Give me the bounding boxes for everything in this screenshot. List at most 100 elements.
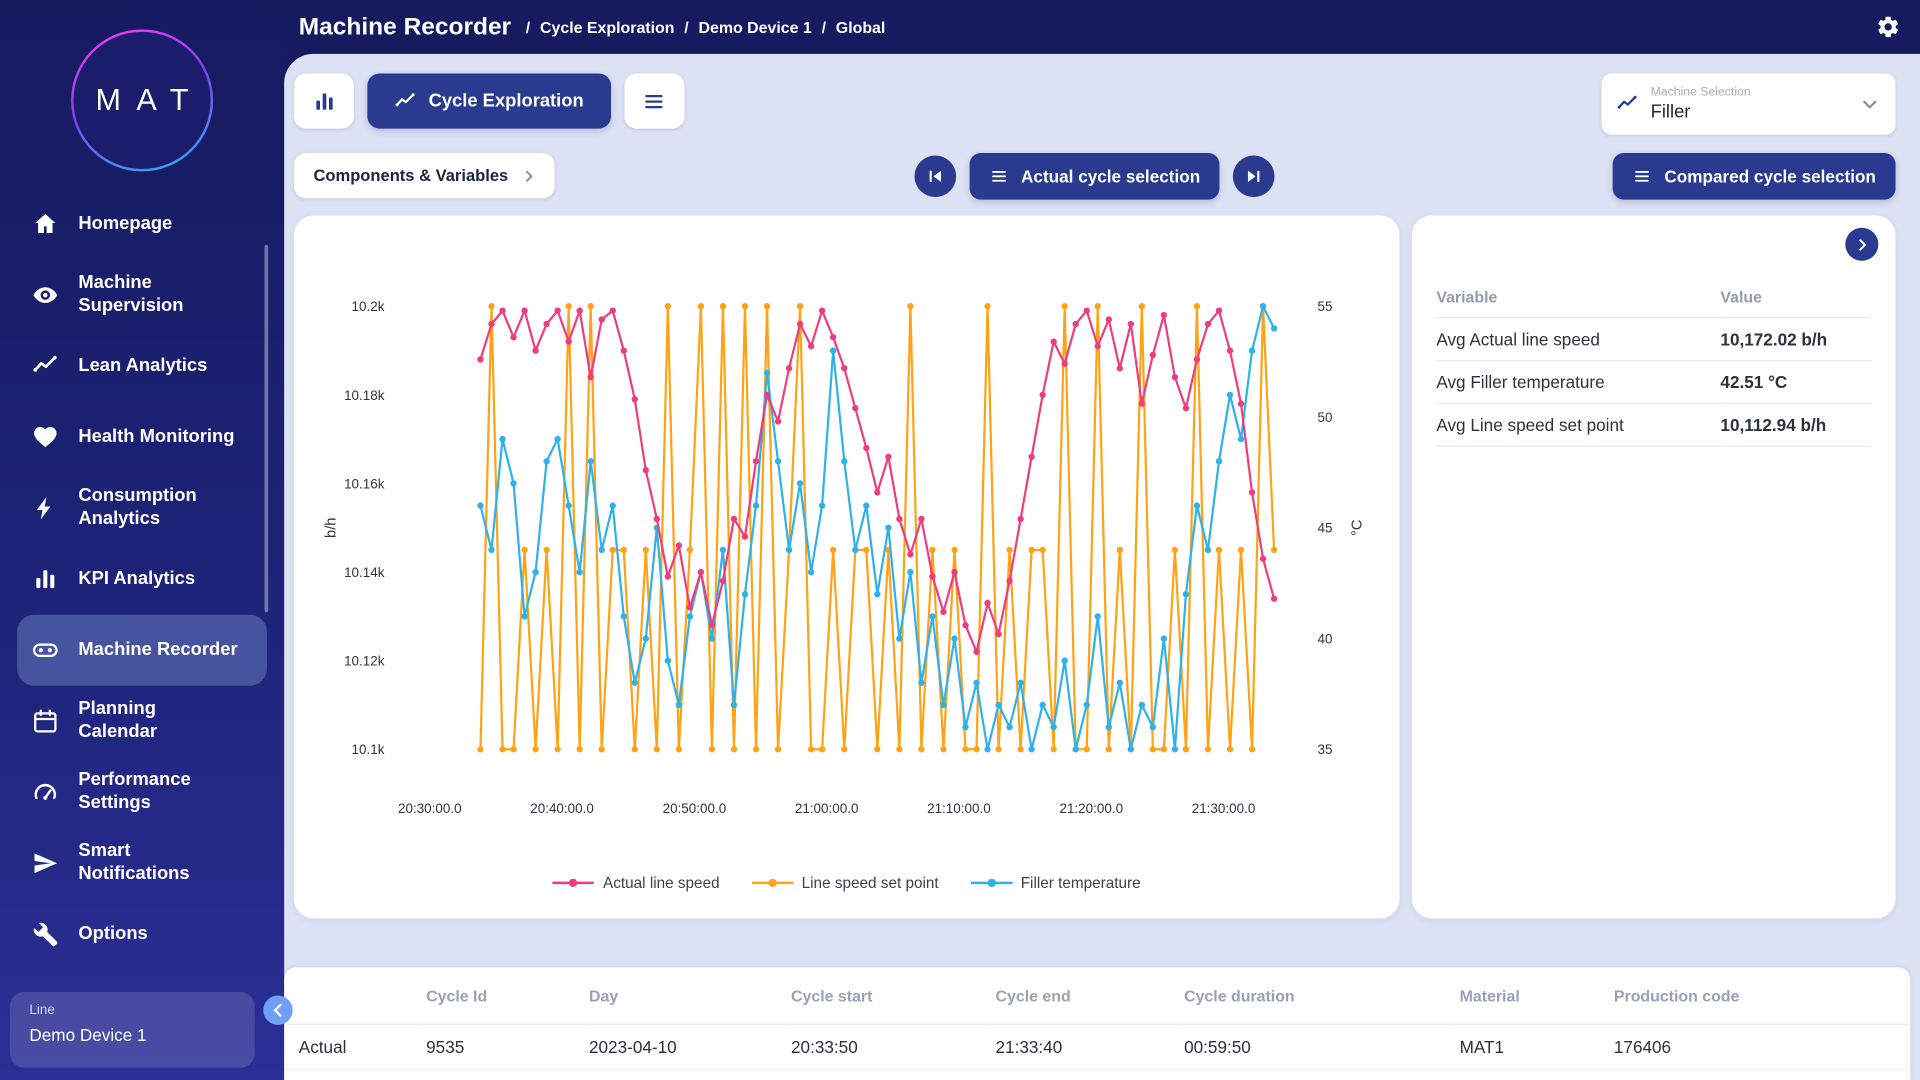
legend-swatch	[970, 877, 1013, 889]
sidebar-item-kpi-analytics[interactable]: KPI Analytics	[17, 544, 267, 615]
breadcrumb-separator: /	[821, 17, 827, 37]
breadcrumb-item[interactable]: Demo Device 1	[699, 18, 812, 36]
trend-icon	[394, 90, 416, 112]
device-card-name: Demo Device 1	[29, 1024, 147, 1045]
cycle-cell: 176406	[1608, 1024, 1911, 1071]
svg-text:35: 35	[1318, 742, 1333, 757]
cycle-cell: 2023-04-10	[584, 1024, 787, 1071]
trend-icon	[1616, 93, 1638, 115]
variables-table: Variable Value Avg Actual line speed 10,1…	[1436, 276, 1872, 447]
sidebar-item-label: Health Monitoring	[78, 425, 235, 447]
legend-label: Line speed set point	[801, 874, 939, 892]
next-cycle-button[interactable]	[1233, 154, 1275, 197]
menu-view-button[interactable]	[624, 73, 685, 129]
sidebar-item-label: KPI Analytics	[78, 567, 196, 589]
sidebar-item-label: Machine Recorder	[78, 638, 238, 660]
cycle-col-header: Cycle start	[786, 967, 991, 1025]
variable-name: Avg Filler temperature	[1436, 360, 1721, 405]
legend-item-line-speed-set-point[interactable]: Line speed set point	[751, 874, 939, 892]
logo-text: MAT	[95, 82, 204, 117]
bar-chart-view-button[interactable]	[293, 73, 354, 129]
sidebar-item-options[interactable]: Options	[17, 899, 267, 970]
sidebar-item-machine-supervision[interactable]: Machine Supervision	[17, 260, 267, 331]
sidebar-nav: Homepage Machine Supervision Lean Analytic…	[0, 189, 284, 970]
machine-selection-dropdown[interactable]: Machine Selection Filler	[1601, 73, 1896, 135]
cycle-exploration-tab[interactable]: Cycle Exploration	[367, 73, 611, 129]
svg-text:21:10:00.0: 21:10:00.0	[927, 801, 991, 816]
legend-swatch	[552, 877, 595, 889]
sidebar-item-label: Consumption Analytics	[78, 485, 197, 529]
cycle-cell: 00:59:50	[1179, 1024, 1455, 1071]
sidebar-item-label: Planning Calendar	[78, 698, 157, 743]
gauge-icon	[32, 779, 59, 806]
svg-text:21:20:00.0: 21:20:00.0	[1059, 801, 1123, 816]
sidebar-item-lean-analytics[interactable]: Lean Analytics	[17, 331, 267, 402]
hamburger-icon	[1633, 166, 1653, 186]
svg-text:21:30:00.0: 21:30:00.0	[1192, 801, 1256, 816]
svg-text:21:00:00.0: 21:00:00.0	[795, 801, 859, 816]
settings-button[interactable]	[1876, 15, 1900, 39]
sidebar-item-health-monitoring[interactable]: Health Monitoring	[17, 402, 267, 473]
hamburger-icon	[989, 166, 1009, 186]
breadcrumb-item[interactable]: Cycle Exploration	[540, 18, 674, 36]
cycle-col-header	[284, 967, 422, 1025]
breadcrumb-item[interactable]: Global	[836, 18, 886, 36]
variable-row: Avg Line speed set point 10,112.94 b/h	[1436, 403, 1872, 447]
variables-col-header: Variable	[1436, 276, 1721, 319]
sidebar-item-homepage[interactable]: Homepage	[17, 189, 267, 260]
topbar: Machine Recorder / Cycle Exploration / Demo…	[284, 0, 1920, 54]
variable-value: 10,172.02 b/h	[1720, 317, 1872, 362]
sidebar-item-planning-calendar[interactable]: Planning Calendar	[17, 686, 267, 757]
svg-text:45: 45	[1318, 521, 1333, 536]
cycle-exploration-label: Cycle Exploration	[428, 90, 584, 112]
svg-text:20:40:00.0: 20:40:00.0	[530, 801, 594, 816]
device-card[interactable]: Line Demo Device 1	[9, 991, 255, 1068]
sidebar-item-consumption-analytics[interactable]: Consumption Analytics	[17, 473, 267, 544]
sidebar-item-label: Performance Settings	[78, 769, 191, 814]
chevron-right-icon	[520, 167, 537, 184]
components-variables-button[interactable]: Components & Variables	[293, 153, 555, 199]
sidebar-collapse-button[interactable]	[263, 995, 293, 1025]
legend-item-actual-line-speed[interactable]: Actual line speed	[552, 874, 720, 891]
sidebar-item-label: Machine Supervision	[78, 272, 184, 316]
page-title: Machine Recorder	[298, 12, 512, 40]
collapse-panel-button[interactable]	[1845, 227, 1879, 261]
previous-cycle-button[interactable]	[914, 154, 957, 197]
calendar-icon	[32, 708, 59, 735]
logo-ring: MAT	[71, 29, 214, 172]
breadcrumb: / Cycle Exploration / Demo Device 1 / Global	[526, 18, 886, 36]
cycle-cell: MAT1	[1454, 1024, 1609, 1071]
chevron-left-icon	[268, 1000, 288, 1020]
skip-forward-icon	[1244, 166, 1264, 186]
main-content: Cycle Exploration Machine Selection Fill…	[284, 53, 1920, 1080]
svg-text:°C: °C	[1350, 519, 1366, 536]
cycle-col-header: Material	[1454, 967, 1609, 1025]
variable-value: 42.51 °C	[1720, 360, 1872, 405]
variables-panel: Variable Value Avg Actual line speed 10,1…	[1411, 215, 1896, 919]
sidebar-scrollbar[interactable]	[264, 244, 269, 613]
actual-cycle-selection-button[interactable]: Actual cycle selection	[969, 152, 1220, 199]
legend-item-filler-temperature[interactable]: Filler temperature	[970, 874, 1141, 892]
cycle-row[interactable]: Actual 9535 2023-04-10 20:33:50 21:33:40 00:5…	[284, 1024, 1911, 1071]
cycle-cell: 9535	[421, 1024, 585, 1071]
sidebar-item-smart-notifications[interactable]: Smart Notifications	[17, 828, 267, 899]
machine-selection-label: Machine Selection	[1650, 85, 1751, 100]
cycle-chart[interactable]: 10.1k 10.12k 10.14k 10.16k 10.18k 10.2k 35 40 45…	[318, 257, 1371, 833]
cycle-cell: 20:33:50	[786, 1024, 991, 1071]
sidebar-item-machine-recorder[interactable]: Machine Recorder	[17, 614, 267, 686]
cycle-table-panel: Cycle Id Day Cycle start Cycle end Cycle dur…	[284, 967, 1911, 1080]
skip-back-icon	[926, 166, 946, 186]
cycle-navigation: Actual cycle selection	[914, 152, 1275, 199]
selection-toolbar: Components & Variables Actual cycle sele…	[293, 152, 1896, 199]
sidebar-item-label: Homepage	[78, 212, 173, 234]
sidebar: MAT Homepage Machine Supervision Lean Anal…	[0, 0, 293, 1080]
view-toolbar: Cycle Exploration Machine Selection Fill…	[293, 73, 1896, 135]
bolt-icon	[32, 495, 59, 522]
bars-icon	[32, 566, 59, 593]
legend-label: Filler temperature	[1020, 874, 1141, 892]
svg-text:b/h: b/h	[324, 518, 340, 538]
compared-cycle-selection-button[interactable]: Compared cycle selection	[1612, 152, 1896, 199]
sidebar-item-performance-settings[interactable]: Performance Settings	[17, 757, 267, 828]
trend-icon	[32, 353, 59, 380]
heart-icon	[32, 424, 59, 451]
